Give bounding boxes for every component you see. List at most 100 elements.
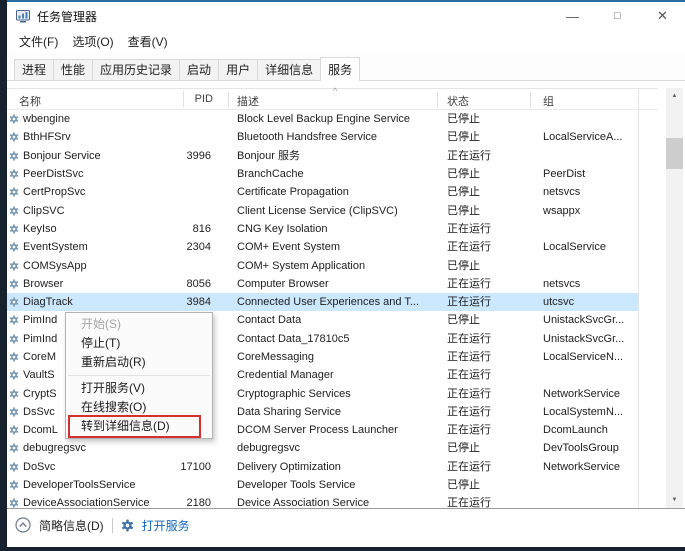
service-status: 正在运行 [447,296,491,309]
table-row[interactable]: Bonjour Service 3996 Bonjour 服务 正在运行 [7,147,638,165]
tab-services[interactable]: 服务 [320,57,361,81]
service-group: UnistackSvcGr... [543,314,625,327]
service-status: 正在运行 [447,277,491,290]
menu-item[interactable]: 选项(O) [65,30,120,53]
service-pid: 17100 [180,460,211,473]
service-status: 正在运行 [447,424,491,437]
sort-ascending-icon: ^ [333,86,338,96]
service-pid: 3984 [186,296,211,309]
context-menu-item[interactable]: 停止(T) [66,334,212,353]
column-header-group[interactable]: 组 [543,93,554,109]
service-status: 已停止 [447,113,480,126]
service-status: 正在运行 [447,405,491,418]
table-row[interactable]: wbengine Block Level Backup Engine Servic… [7,110,638,128]
chevron-up-circle-icon[interactable] [15,517,31,533]
menu-item[interactable]: 文件(F) [12,30,65,53]
close-button[interactable]: ✕ [640,2,685,30]
tab-details[interactable]: 详细信息 [257,59,322,80]
table-right-border [638,88,639,508]
service-status: 已停止 [447,442,480,455]
service-group: PeerDist [543,168,586,181]
annotation-highlight-box [68,415,201,438]
menu-item[interactable]: 查看(V) [121,30,175,53]
table-row[interactable]: Browser 8056 Computer Browser 正在运行 netsvcs [7,275,638,293]
service-status: 已停止 [447,168,480,181]
service-status: 已停止 [447,259,480,272]
column-header-status[interactable]: 状态 [447,93,469,109]
tab-app-history[interactable]: 应用历史记录 [92,59,181,80]
details-toggle[interactable]: 简略信息(D) [39,517,104,534]
tab-users[interactable]: 用户 [218,59,259,80]
table-row[interactable]: COMSysApp COM+ System Application 已停止 [7,256,638,274]
service-description: DCOM Server Process Launcher [237,424,398,437]
column-header-name[interactable]: 名称 [19,93,41,109]
column-divider [437,91,438,107]
service-status: 正在运行 [447,460,491,473]
service-name: PeerDistSvc [9,168,183,180]
table-row[interactable]: KeyIso 816 CNG Key Isolation 正在运行 [7,220,638,238]
service-group: LocalServiceN... [543,351,624,363]
window-title: 任务管理器 [37,9,98,24]
table-row[interactable]: PeerDistSvc BranchCache 已停止 PeerDist [7,165,638,183]
scrollbar-thumb[interactable] [666,138,683,169]
maximize-button[interactable]: □ [595,2,640,30]
service-group: netsvcs [543,277,581,290]
service-description: Credential Manager [237,369,334,382]
open-services-link[interactable]: 打开服务 [142,517,190,534]
service-description: Data Sharing Service [237,405,341,418]
services-gear-icon [121,519,134,532]
minimize-button[interactable]: — [550,2,595,30]
column-header-description[interactable]: 描述 [237,93,259,109]
service-description: COM+ System Application [237,259,366,272]
service-name: COMSysApp [9,260,183,272]
service-pid: 2180 [186,497,211,508]
tab-processes[interactable]: 进程 [14,59,55,80]
service-pid: 2304 [186,241,211,254]
context-menu-item[interactable]: 打开服务(V) [66,379,212,398]
column-divider [530,91,531,107]
service-status: 正在运行 [447,149,491,162]
service-status: 正在运行 [447,497,491,508]
tab-performance[interactable]: 性能 [53,59,94,80]
tab-startup[interactable]: 启动 [179,59,220,80]
service-group: wsappx [543,204,581,217]
service-group: LocalServiceA... [543,131,623,144]
service-description: CoreMessaging [237,351,315,363]
service-description: Contact Data_17810c5 [237,332,350,345]
vertical-scrollbar[interactable]: ▲ ▼ [666,88,683,508]
service-description: CNG Key Isolation [237,222,328,235]
table-row[interactable]: DeveloperToolsService Developer Tools Ser… [7,476,638,494]
service-gear-icon [9,206,19,216]
table-row[interactable]: DoSvc 17100 Delivery Optimization 正在运行 Netwo… [7,458,638,476]
service-status: 正在运行 [447,222,491,235]
scroll-up-button[interactable]: ▲ [666,88,683,104]
service-gear-icon [9,224,19,234]
service-name: ClipSVC [9,205,183,217]
table-row[interactable]: debugregsvc debugregsvc 已停止 DevToolsGroup [7,439,638,457]
service-description: BranchCache [237,168,304,181]
caption-buttons: — □ ✕ [550,2,685,30]
service-status: 正在运行 [447,332,491,345]
service-gear-icon [9,297,19,307]
service-group: DcomLaunch [543,424,608,437]
service-status: 正在运行 [447,387,491,400]
context-menu-item[interactable]: 重新启动(R) [66,353,212,372]
service-status: 已停止 [447,314,480,327]
service-gear-icon [9,425,19,435]
table-row[interactable]: ClipSVC Client License Service (ClipSVC) 已… [7,201,638,219]
service-description: Computer Browser [237,277,329,290]
table-row[interactable]: EventSystem 2304 COM+ Event System 正在运行 Loca… [7,238,638,256]
column-header-pid[interactable]: PID [157,93,213,105]
footer-separator [111,517,113,533]
table-row[interactable]: CertPropSvc Certificate Propagation 已停止 net… [7,183,638,201]
task-manager-window: 任务管理器 — □ ✕ 文件(F) 选项(O) 查看(V) 进程 性能 应用历史记录 启动… [7,0,685,547]
table-row[interactable]: DeviceAssociationService 2180 Device Assoc… [7,494,638,508]
scroll-down-button[interactable]: ▼ [666,492,683,508]
service-name: DeveloperToolsService [9,479,183,491]
table-row[interactable]: BthHFSrv Bluetooth Handsfree Service 已停止 Lo… [7,128,638,146]
service-description: Cryptographic Services [237,387,351,400]
menu-bar: 文件(F) 选项(O) 查看(V) [7,30,685,53]
service-name: wbengine [9,113,183,125]
table-row[interactable]: DiagTrack 3984 Connected User Experiences … [7,292,638,312]
service-gear-icon [9,242,19,252]
